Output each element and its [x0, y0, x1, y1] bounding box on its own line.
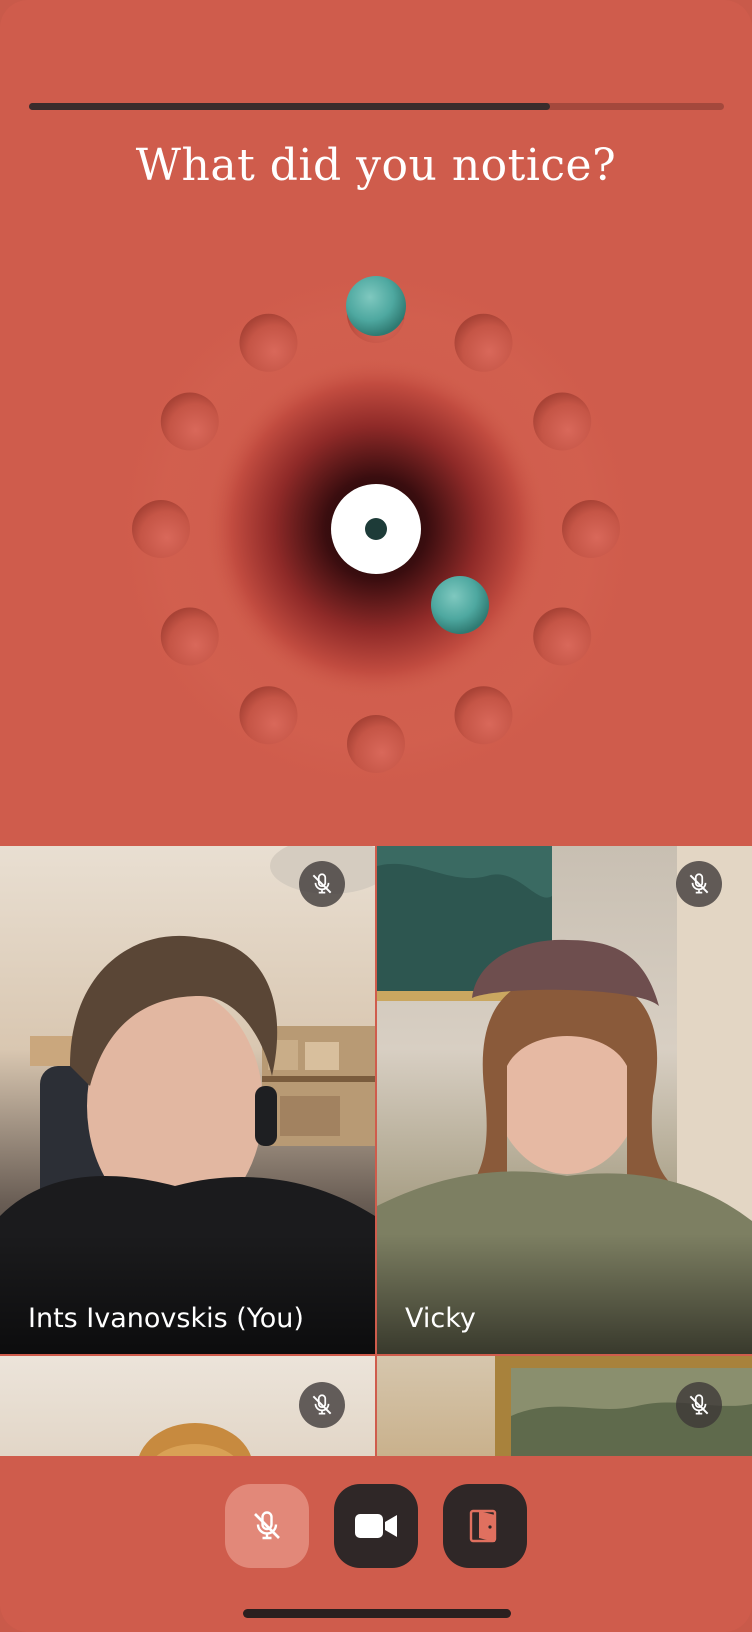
board-hole [160, 392, 219, 451]
participant-tile[interactable]: Ints Ivanovskis (You) [0, 846, 375, 1354]
video-camera-icon [355, 1514, 397, 1538]
participant-tile[interactable]: Vicky [377, 846, 752, 1354]
mic-off-icon [689, 1394, 709, 1415]
board-hole [454, 313, 513, 372]
muted-badge [676, 861, 722, 907]
home-indicator[interactable] [243, 1609, 511, 1618]
participant-name: Vicky [405, 1303, 476, 1334]
board-hole [533, 392, 592, 451]
board-graphic [106, 260, 646, 800]
call-controls [0, 1456, 752, 1632]
board-hole [454, 686, 513, 745]
question-title: What did you notice? [135, 140, 617, 191]
participant-tile[interactable] [0, 1356, 375, 1456]
mic-off-icon [689, 873, 709, 894]
board-hole [132, 500, 190, 558]
leave-call-button[interactable] [443, 1484, 527, 1568]
toggle-camera-button[interactable] [334, 1484, 418, 1568]
tile-shade [0, 1234, 375, 1354]
muted-badge [676, 1382, 722, 1428]
marble-board[interactable] [0, 230, 752, 850]
progress-bar-fill [29, 103, 551, 110]
participant-tile[interactable] [377, 1356, 752, 1456]
app-screen: What did you notice? Ints Ivanovskis (Yo… [0, 0, 752, 1632]
board-hole [562, 500, 620, 558]
board-hole [160, 607, 219, 666]
progress-bar [29, 103, 724, 110]
mic-off-icon [312, 873, 332, 894]
board-hole [347, 715, 405, 773]
marble-center [431, 576, 489, 634]
muted-badge [299, 1382, 345, 1428]
mic-off-icon [254, 1511, 280, 1540]
muted-badge [299, 861, 345, 907]
board-hole [533, 607, 592, 666]
board-hole [239, 686, 298, 745]
marble-top [346, 276, 406, 336]
board-hole [239, 313, 298, 372]
participant-name: Ints Ivanovskis (You) [28, 1303, 304, 1334]
tile-shade [377, 1234, 752, 1354]
center-target-dot [365, 518, 387, 540]
door-exit-icon [469, 1509, 497, 1543]
mic-off-icon [312, 1394, 332, 1415]
toggle-mic-button[interactable] [225, 1484, 309, 1568]
